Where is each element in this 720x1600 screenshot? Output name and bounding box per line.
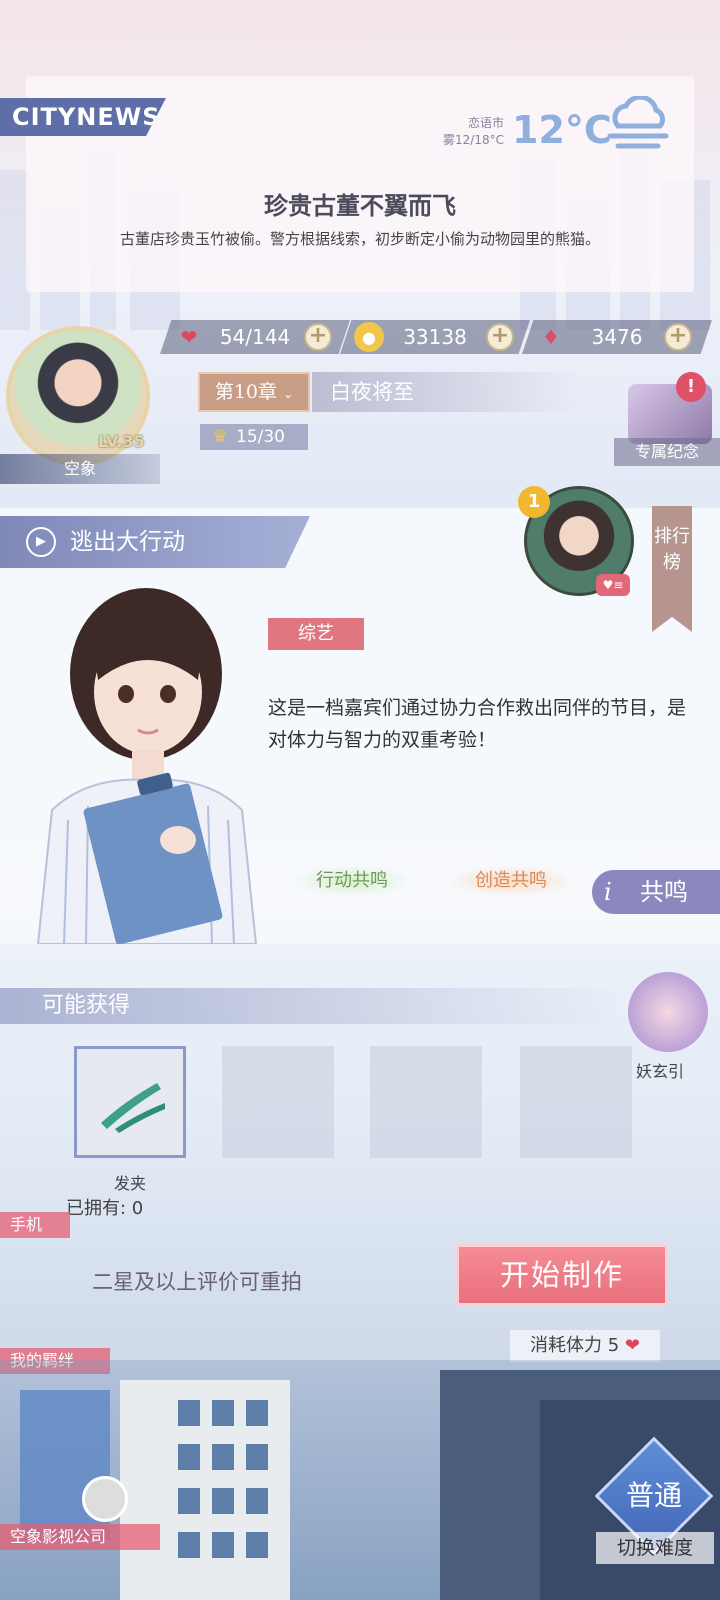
weather-info: 恋语市 雾12/18°C <box>436 115 504 149</box>
gem-icon: ♦ <box>542 325 560 349</box>
reward-slot-empty <box>222 1046 334 1158</box>
stamina-cost-text: 消耗体力 5 <box>529 1335 620 1356</box>
souvenir-label: 专属纪念 <box>614 438 720 466</box>
add-coins-button[interactable]: + <box>486 323 514 351</box>
chapter-label: 第10章 <box>214 381 278 403</box>
start-production-button[interactable]: 开始制作 <box>456 1244 668 1306</box>
switch-difficulty-label[interactable]: 切换难度 <box>596 1532 714 1564</box>
crown-icon: ♛ <box>212 426 229 447</box>
stamina-cost: 消耗体力 5 ❤ <box>510 1330 660 1362</box>
coin-icon: ● <box>354 322 384 352</box>
film-reel-icon[interactable] <box>82 1476 128 1522</box>
player-name: 空象 <box>0 454 160 484</box>
fog-cloud-icon <box>607 96 669 149</box>
event-description: 这是一档嘉宾们通过协力合作救出同伴的节目，是对体力与智力的双重考验！ <box>268 697 687 751</box>
hairclip-icon <box>101 1083 165 1133</box>
play-icon[interactable]: ▶ <box>26 527 56 557</box>
heart-icon: ❤ <box>624 1335 640 1356</box>
yaoxuan-label: 妖玄引 <box>636 1062 685 1081</box>
news-headline: 珍贵古董不翼而飞 <box>264 191 456 220</box>
action-resonance-tag: 行动共鸣 <box>296 866 408 896</box>
chevron-down-icon: ⌄ <box>283 387 294 401</box>
city-name: 恋语市 <box>467 116 504 130</box>
add-stamina-button[interactable]: + <box>304 323 332 351</box>
heart-icon: ❤ <box>180 325 198 349</box>
reshoot-note: 二星及以上评价可重拍 <box>92 1270 302 1294</box>
character-illustration <box>36 588 258 944</box>
chapter-title: 白夜将至 <box>312 372 580 412</box>
create-resonance-tag: 创造共鸣 <box>450 866 572 896</box>
city-news-tag: CITYNEWS <box>0 98 166 136</box>
possible-rewards-header: 可能获得 <box>0 988 620 1024</box>
alert-badge-icon: ! <box>676 372 706 402</box>
leaderboard-button[interactable]: 排行榜 <box>652 506 692 632</box>
temperature: 12°C <box>512 108 612 152</box>
add-gems-button[interactable]: + <box>664 323 692 351</box>
reward-slot-hairclip[interactable] <box>74 1046 186 1158</box>
weather-range: 雾12/18°C <box>443 133 504 147</box>
difficulty-current: 普通 <box>625 1479 682 1512</box>
owned-count: 已拥有: 0 <box>66 1198 144 1219</box>
reward-slot-empty <box>520 1046 632 1158</box>
player-level: LV.35 <box>98 432 145 451</box>
reward-item-name: 发夹 <box>113 1174 146 1193</box>
chapter-select-button[interactable]: 第10章 ⌄ <box>198 372 310 412</box>
heart-list-icon: ♥≡ <box>596 574 630 596</box>
genre-badge: 综艺 <box>268 618 364 650</box>
company-label[interactable]: 空象影视公司 <box>0 1524 160 1550</box>
info-icon: i <box>604 878 612 906</box>
phone-menu-label[interactable]: 手机 <box>0 1212 70 1238</box>
reward-slot-empty <box>370 1046 482 1158</box>
yaoxuan-button[interactable] <box>628 972 708 1052</box>
news-body: 古董店珍贵玉竹被偷。警方根据线索，初步断定小偷为动物园里的熊猫。 <box>119 230 600 248</box>
rank-number-badge: 1 <box>518 486 550 518</box>
